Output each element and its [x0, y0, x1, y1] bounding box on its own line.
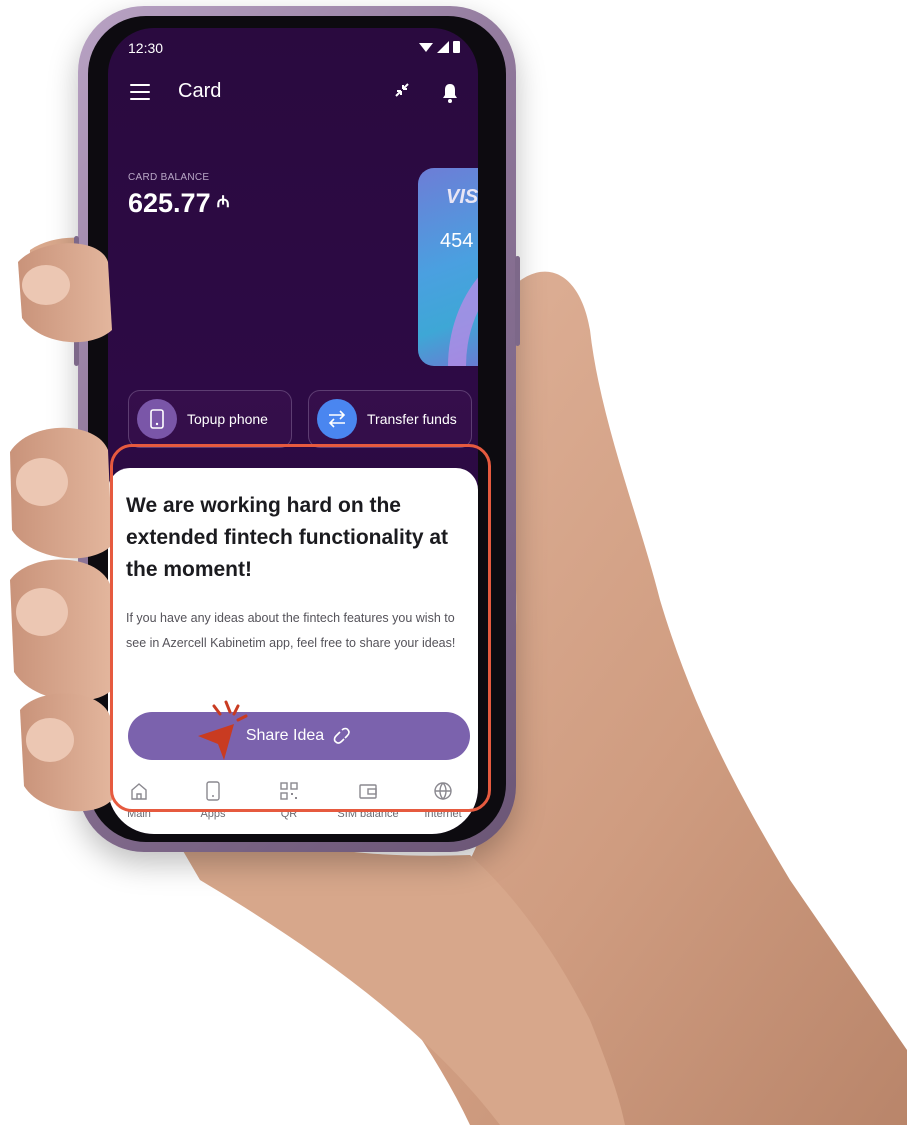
phone-power-button — [515, 256, 520, 346]
share-idea-button[interactable]: Share Idea — [128, 712, 470, 760]
nav-label-main: Main — [127, 808, 151, 820]
nav-label-internet: Internet — [424, 808, 462, 820]
info-sheet: We are working hard on the extended fint… — [108, 468, 478, 834]
menu-icon[interactable] — [130, 84, 150, 100]
topup-phone-button[interactable]: Topup phone — [128, 390, 292, 448]
nav-item-sim-balance[interactable]: SIM balance — [333, 780, 403, 820]
phone-side-button — [74, 236, 79, 296]
wifi-icon — [419, 42, 433, 52]
qr-icon — [280, 782, 298, 800]
nav-item-main[interactable]: Main — [108, 780, 174, 820]
globe-icon — [434, 782, 452, 800]
visa-card[interactable]: VISA 454 — [418, 168, 478, 366]
home-icon — [131, 783, 147, 800]
card-number: 454 — [440, 230, 474, 252]
nav-item-internet[interactable]: Internet — [408, 780, 478, 820]
currency-symbol: ₼ — [216, 194, 230, 211]
balance-amount: 625.77 — [128, 188, 211, 218]
nav-label-qr: QR — [280, 808, 298, 820]
balance-label: CARD BALANCE — [128, 172, 210, 183]
apps-icon — [206, 781, 220, 801]
nav-label-apps: Apps — [200, 808, 226, 820]
nav-label-sim-balance: SIM balance — [337, 808, 399, 820]
sheet-title: We are working hard on the extended fint… — [126, 494, 449, 581]
nav-item-apps[interactable]: Apps — [178, 780, 248, 820]
phone-icon — [137, 399, 177, 439]
status-bar: 12:30 — [128, 40, 460, 60]
topup-phone-label: Topup phone — [187, 411, 268, 427]
bottom-nav: Main Apps QR SIM balance Internet — [108, 772, 478, 832]
page-title: Card — [178, 80, 222, 102]
signal-icon — [437, 40, 449, 53]
sheet-body: If you have any ideas about the fintech … — [126, 611, 456, 650]
status-time: 12:30 — [128, 40, 164, 56]
share-icon — [333, 727, 351, 744]
transfer-funds-label: Transfer funds — [367, 411, 457, 427]
transfer-funds-button[interactable]: Transfer funds — [308, 390, 472, 448]
battery-icon — [453, 41, 460, 53]
balance-value: 625.77 ₼ — [128, 188, 230, 219]
nav-item-qr[interactable]: QR — [254, 780, 324, 820]
transfer-icon — [317, 399, 357, 439]
bell-icon[interactable] — [440, 82, 460, 104]
collapse-icon[interactable] — [392, 80, 412, 106]
status-icons — [419, 40, 460, 53]
phone-frame: 12:30 Card CARD BALANCE 625.77 ₼ VISA — [74, 6, 520, 852]
app-bar: Card — [130, 76, 460, 112]
cursor-pointer-icon — [198, 700, 248, 760]
app-screen: 12:30 Card CARD BALANCE 625.77 ₼ VISA — [108, 28, 478, 834]
wallet-icon — [359, 784, 377, 799]
phone-side-button — [74, 306, 79, 366]
card-brand: VISA — [446, 186, 478, 208]
